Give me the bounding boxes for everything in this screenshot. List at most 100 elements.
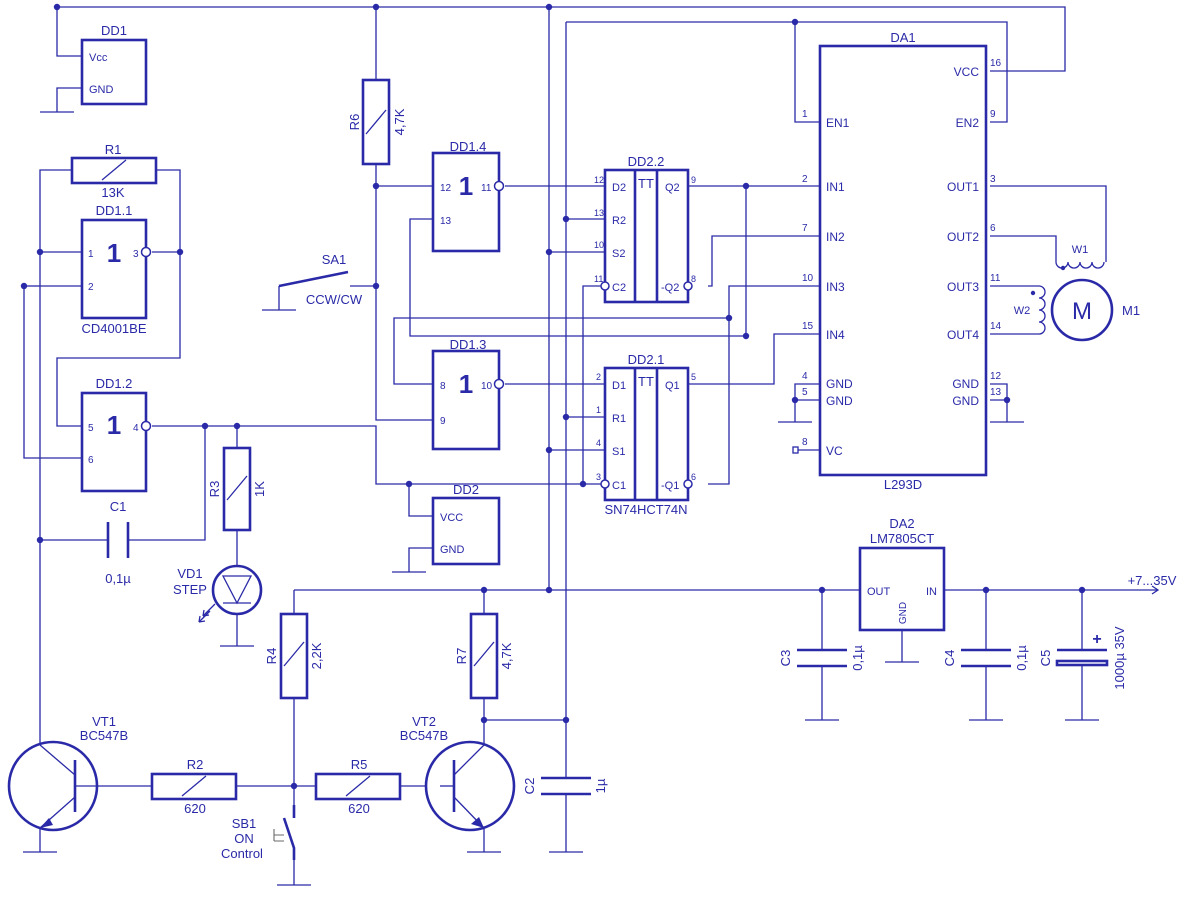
r5-value: 620 [348,801,370,816]
da1-en2: EN2 [956,116,980,130]
dd2-1-pin-6: 6 [691,472,696,482]
da1-in1: IN1 [826,180,845,194]
dd2-1-label: DD2.1 [628,352,665,367]
da1-pin-11: 11 [990,273,1001,284]
dd1-2-pin-6: 6 [88,455,94,466]
dd2-2-r2: R2 [612,215,626,227]
da2-pin-out: OUT [867,586,891,598]
da1-out3: OUT3 [947,280,979,294]
button-sb1: SB1 ON Control [221,805,296,861]
da1-pin-2: 2 [802,174,808,185]
dd1-4-label: DD1.4 [450,139,487,154]
c2-label: C2 [522,778,537,795]
da1-in3: IN3 [826,280,845,294]
da1-label: DA1 [890,30,915,45]
m1-symbol: M [1072,298,1092,325]
r6-value: 4,7K [392,108,407,135]
dd2-1-pin-1: 1 [596,405,601,415]
da1-pin-14: 14 [990,321,1002,332]
c5-value: 1000µ 35V [1112,626,1127,689]
vd1-text: STEP [173,582,207,597]
resistor-r1: R1 13K [70,142,158,200]
da1-pin-9: 9 [990,109,996,120]
c2-value: 1µ [593,778,608,793]
r1-value: 13K [101,185,124,200]
vt2-part: BC547B [400,728,448,743]
da1-pin-16: 16 [990,58,1002,69]
m1-w1: W1 [1072,244,1089,256]
dd1-1-part: CD4001BE [81,321,146,336]
r6-label: R6 [347,114,362,131]
dd1-1-pin-3: 3 [133,249,139,260]
sb1-line1: ON [234,831,254,846]
dd1-pin-gnd: GND [89,84,114,96]
da1-pin-1: 1 [802,109,808,120]
dd1-3-pin-8: 8 [440,381,446,392]
resistor-r3: R3 1K [207,446,267,532]
c4-label: C4 [942,650,957,667]
sa1-text: CCW/CW [306,292,363,307]
capacitor-c1: C1 0,1µ [105,499,131,586]
da1-pin-12: 12 [990,371,1002,382]
r7-value: 4,7K [499,642,514,669]
c4-value: 0,1µ [1014,645,1029,671]
dd1-3-pin-9: 9 [440,416,446,427]
dd2-1-c1: C1 [612,480,626,492]
capacitor-c2: C2 1µ [522,776,608,796]
da1-out1: OUT1 [947,180,979,194]
sb1-line2: Control [221,846,263,861]
dd1-4-pin-12: 12 [440,183,452,194]
transistor-vt1: VT1 BC547B [7,714,128,832]
dd2-2-pin-9: 9 [691,175,696,185]
dd1-2-symbol: 1 [107,410,121,440]
m1-w2: W2 [1014,305,1031,317]
dd2-2-pin-12: 12 [594,175,604,185]
da1-pin-7: 7 [802,223,808,234]
da1-gnd-4: GND [826,377,853,391]
da1-pin-10: 10 [802,273,814,284]
dd2-power-block: DD2 VCC GND [431,482,501,566]
c3-value: 0,1µ [850,645,865,671]
m1-label: M1 [1122,303,1140,318]
driver-da1: DA1 L293D 1 2 7 10 15 4 5 8 EN1 IN1 IN2 … [792,30,1002,492]
sb1-label: SB1 [232,816,257,831]
dd1-3-symbol: 1 [459,369,473,399]
dd2-1-d1: D1 [612,380,626,392]
gate-dd1-2: DD1.2 1 5 6 4 [80,376,152,493]
r5-label: R5 [351,757,368,772]
resistor-r4: R4 2,2K [264,612,324,700]
gate-dd1-3: DD1.3 1 8 9 10 [431,337,505,451]
da1-vc: VC [826,444,843,458]
dd1-2-label: DD1.2 [96,376,133,391]
da1-pin-15: 15 [802,321,814,332]
dd1-1-pin-2: 2 [88,282,94,293]
c1-label: C1 [110,499,127,514]
transistor-vt2: VT2 BC547B [400,714,516,832]
dd1-label: DD1 [101,23,127,38]
da1-pin-4: 4 [802,371,808,382]
dd2-pin-vcc: VCC [440,512,463,524]
regulator-da2: DA2 LM7805CT OUT IN GND [858,516,946,632]
da1-out2: OUT2 [947,230,979,244]
r2-label: R2 [187,757,204,772]
dd1-4-pin-11: 11 [481,183,492,194]
dd1-3-pin-10: 10 [481,381,493,392]
da2-pin-in: IN [926,586,937,598]
gate-dd1-4: DD1.4 1 12 13 11 [431,139,505,253]
dd1-1-symbol: 1 [107,238,121,268]
dd1-pin-vcc: Vcc [89,52,108,64]
power-input: +7...35V [1128,573,1177,595]
dd2-2-pin-8: 8 [691,274,696,284]
da1-pin-3: 3 [990,174,996,185]
vt1-part: BC547B [80,728,128,743]
dd1-3-label: DD1.3 [450,337,487,352]
da1-pin-5: 5 [802,387,808,398]
resistor-r2: R2 620 [150,757,238,816]
r3-value: 1K [252,481,267,497]
dd2-2-tt: TT [638,176,654,191]
da1-in2: IN2 [826,230,845,244]
dd1-2-pin-5: 5 [88,423,94,434]
c5-label: C5 [1038,650,1053,667]
circuit-schematic: DD1 Vcc GND R1 13K DD1.1 1 1 2 3 CD4001B… [7,3,1177,886]
dd2-1-tt: TT [638,374,654,389]
